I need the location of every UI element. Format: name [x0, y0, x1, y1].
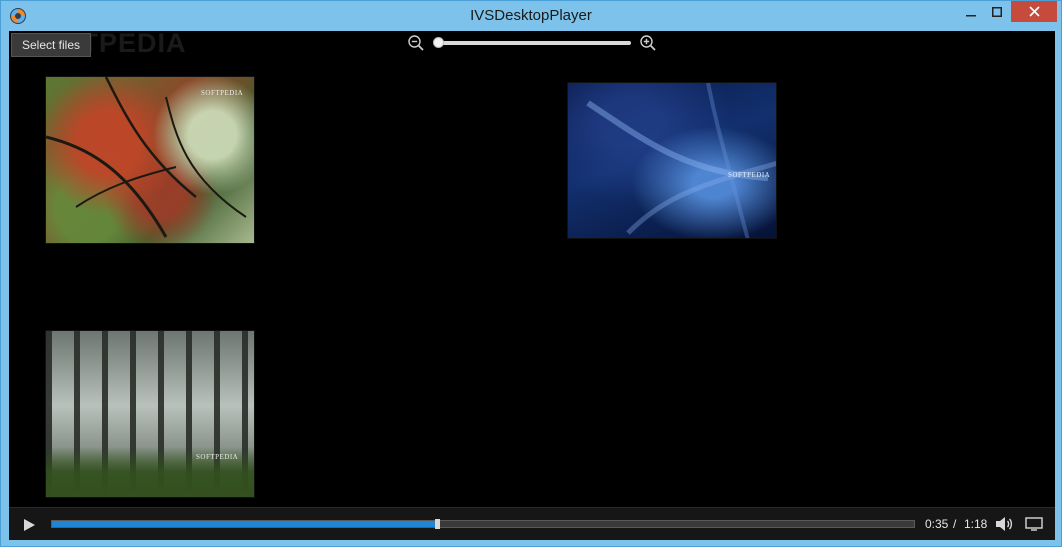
- branch-overlay: [46, 77, 247, 238]
- app-window: IVSDesktopPlayer SOFTPEDIA Select files: [0, 0, 1062, 547]
- seek-progress: [52, 521, 437, 527]
- thumbnail-watermark: SOFTPEDIA: [201, 89, 244, 97]
- zoom-slider[interactable]: [437, 41, 631, 45]
- playback-controls: 0:35 / 1:18: [9, 507, 1055, 540]
- maximize-icon: [992, 7, 1002, 17]
- blue-abstract-thumbnail[interactable]: SOFTPEDIA: [567, 82, 777, 239]
- select-files-button[interactable]: Select files: [11, 33, 91, 57]
- swirl-overlay: [586, 83, 776, 238]
- close-icon: [1028, 6, 1040, 17]
- window-title: IVSDesktopPlayer: [470, 7, 592, 24]
- misty-forest-thumbnail[interactable]: SOFTPEDIA: [45, 330, 255, 498]
- fullscreen-icon[interactable]: [1025, 517, 1043, 531]
- seek-bar[interactable]: [51, 519, 915, 529]
- thumbnail-watermark: SOFTPEDIA: [196, 453, 239, 461]
- time-separator: /: [953, 517, 957, 531]
- seek-thumb[interactable]: [435, 519, 440, 529]
- player-area: SOFTPEDIA Select files SOFTPEDIA SOFTPED…: [9, 28, 1055, 540]
- thumbnail-watermark: SOFTPEDIA: [728, 171, 771, 179]
- close-button[interactable]: [1011, 1, 1057, 22]
- current-time: 0:35: [925, 517, 949, 531]
- minimize-icon: [966, 15, 976, 17]
- autumn-leaves-thumbnail[interactable]: SOFTPEDIA: [45, 76, 255, 244]
- volume-icon[interactable]: [995, 516, 1013, 532]
- zoom-out-icon[interactable]: [407, 34, 425, 52]
- play-icon[interactable]: [21, 517, 37, 533]
- total-time: 1:18: [964, 517, 988, 531]
- zoom-slider-thumb[interactable]: [433, 37, 444, 48]
- minimize-button[interactable]: [959, 1, 983, 23]
- zoom-in-icon[interactable]: [639, 34, 657, 52]
- title-bar[interactable]: IVSDesktopPlayer: [1, 1, 1061, 31]
- maximize-button[interactable]: [985, 1, 1009, 23]
